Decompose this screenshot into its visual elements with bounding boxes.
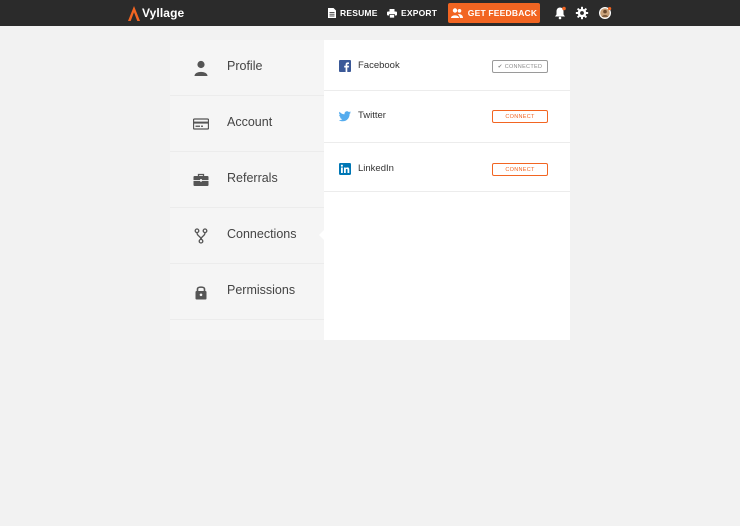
- linkedin-icon: [339, 163, 351, 175]
- sidebar-item-account[interactable]: Account: [170, 96, 324, 152]
- get-feedback-button[interactable]: GET FEEDBACK: [448, 3, 540, 23]
- sidebar-item-label: Account: [227, 115, 273, 129]
- connection-status-label: CONNECTED: [504, 63, 543, 70]
- settings-sidebar: Profile Account Referrals Connections Pe…: [170, 40, 324, 340]
- connection-name: Facebook: [358, 60, 400, 71]
- connect-twitter-button[interactable]: CONNECT: [492, 110, 548, 123]
- connection-row-linkedin: LinkedIn CONNECT: [324, 143, 570, 192]
- connections-icon: [194, 228, 208, 244]
- brand-name: Vyllage: [142, 6, 185, 20]
- printer-icon: [387, 8, 397, 18]
- user-icon: [194, 60, 208, 76]
- connection-status-label: CONNECT: [505, 113, 535, 120]
- notification-bell-icon[interactable]: [553, 6, 567, 20]
- connection-name: Twitter: [358, 110, 386, 121]
- sidebar-item-referrals[interactable]: Referrals: [170, 152, 324, 208]
- briefcase-icon: [193, 173, 209, 186]
- user-avatar-icon[interactable]: [598, 6, 612, 20]
- connect-linkedin-button[interactable]: CONNECT: [492, 163, 548, 176]
- sidebar-item-permissions[interactable]: Permissions: [170, 264, 324, 320]
- sidebar-item-profile[interactable]: Profile: [170, 40, 324, 96]
- connection-status-label: CONNECT: [505, 166, 535, 173]
- connection-row-twitter: Twitter CONNECT: [324, 91, 570, 143]
- sidebar-item-label: Connections: [227, 227, 297, 241]
- export-link[interactable]: EXPORT: [387, 7, 437, 19]
- users-icon: [450, 8, 463, 18]
- resume-label: RESUME: [340, 8, 378, 18]
- sidebar-item-label: Referrals: [227, 171, 278, 185]
- resume-link[interactable]: RESUME: [328, 7, 378, 19]
- connection-row-facebook: Facebook ✔ CONNECTED: [324, 40, 570, 91]
- connection-name: LinkedIn: [358, 163, 394, 174]
- credit-card-icon: [193, 118, 209, 130]
- lock-icon: [195, 286, 207, 300]
- sidebar-item-label: Permissions: [227, 283, 296, 297]
- sidebar-item-connections[interactable]: Connections: [170, 208, 324, 264]
- twitter-icon: [339, 111, 351, 122]
- document-icon: [328, 8, 336, 18]
- top-navigation-bar: Vyllage RESUME EXPORT GET FEEDBACK: [0, 0, 740, 26]
- sidebar-item-label: Profile: [227, 59, 263, 73]
- check-icon: ✔: [497, 63, 503, 70]
- connections-panel: Facebook ✔ CONNECTED Twitter CONNECT Lin…: [324, 40, 570, 340]
- get-feedback-label: GET FEEDBACK: [467, 8, 538, 18]
- brand-logo[interactable]: Vyllage: [128, 5, 184, 21]
- facebook-icon: [339, 60, 351, 72]
- export-label: EXPORT: [401, 8, 438, 18]
- vyllage-logo-icon: [128, 5, 140, 21]
- settings-gear-icon[interactable]: [575, 6, 589, 20]
- connected-button[interactable]: ✔ CONNECTED: [492, 60, 548, 73]
